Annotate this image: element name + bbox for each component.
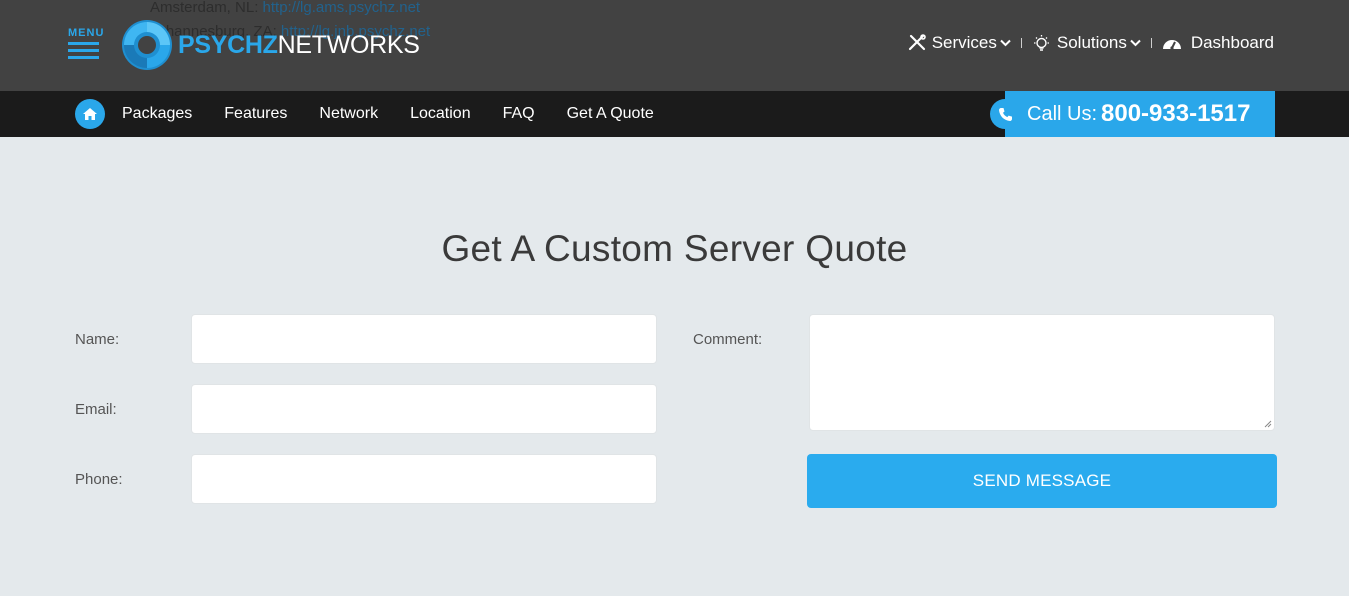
looking-glass-line-amsterdam: Amsterdam, NL: http://lg.ams.psychz.net	[150, 0, 420, 16]
comment-label: Comment:	[693, 331, 763, 348]
dashboard-link[interactable]: Dashboard	[1162, 33, 1274, 53]
chevron-down-icon	[1130, 39, 1141, 47]
nav-link-get-a-quote[interactable]: Get A Quote	[567, 105, 654, 123]
comment-textarea[interactable]	[809, 314, 1275, 431]
home-button[interactable]	[75, 99, 105, 129]
lightbulb-icon	[1033, 34, 1049, 51]
primary-nav: Packages Features Network Location FAQ G…	[122, 91, 686, 137]
call-us-box[interactable]: Call Us: 800-933-1517	[1005, 91, 1275, 137]
tools-icon	[908, 34, 926, 51]
email-label: Email:	[75, 401, 117, 418]
hamburger-icon-bar	[68, 56, 99, 59]
solutions-label: Solutions	[1056, 33, 1127, 52]
hamburger-icon-bar	[68, 49, 99, 52]
email-field[interactable]	[191, 384, 657, 434]
solutions-menu[interactable]: Solutions	[1032, 33, 1141, 53]
send-message-button[interactable]: SEND MESSAGE	[807, 454, 1277, 508]
logo-text-networks: NETWORKS	[277, 30, 420, 59]
site-logo[interactable]: PSYCHZNETWORKS	[120, 18, 420, 72]
nav-divider	[1020, 38, 1022, 48]
page-title: Get A Custom Server Quote	[441, 228, 908, 269]
hamburger-icon	[68, 42, 99, 45]
nav-link-packages[interactable]: Packages	[122, 105, 192, 123]
dashboard-label: Dashboard	[1190, 33, 1274, 52]
phone-label: Phone:	[75, 471, 123, 488]
phone-handset-icon	[998, 107, 1012, 121]
home-icon	[83, 108, 97, 120]
services-label: Services	[931, 33, 997, 52]
menu-label: MENU	[68, 27, 105, 39]
nav-link-network[interactable]: Network	[319, 105, 378, 123]
phone-field[interactable]	[191, 454, 657, 504]
phone-icon	[990, 99, 1020, 129]
looking-glass-location: Amsterdam, NL:	[150, 0, 263, 16]
nav-link-faq[interactable]: FAQ	[503, 105, 535, 123]
logo-text: PSYCHZNETWORKS	[178, 31, 420, 60]
looking-glass-link[interactable]: http://lg.ams.psychz.net	[263, 0, 421, 16]
logo-text-brand: PSYCHZ	[178, 30, 278, 59]
services-menu[interactable]: Services	[908, 33, 1011, 53]
dashboard-icon	[1162, 40, 1181, 50]
chevron-down-icon	[1000, 39, 1011, 47]
phone-number: 800-933-1517	[1101, 100, 1251, 127]
menu-button[interactable]: MENU	[68, 27, 105, 65]
call-us-label: Call Us:	[1027, 102, 1098, 125]
logo-swirl-icon	[122, 20, 172, 70]
nav-link-location[interactable]: Location	[410, 105, 471, 123]
main-navbar: Packages Features Network Location FAQ G…	[0, 91, 1349, 137]
nav-link-features[interactable]: Features	[224, 105, 287, 123]
name-label: Name:	[75, 331, 120, 348]
resize-handle-icon[interactable]	[1264, 420, 1272, 428]
top-nav: Services Solutions Dashboard	[908, 33, 1274, 53]
top-header: Amsterdam, NL: http://lg.ams.psychz.net …	[0, 0, 1349, 91]
nav-divider	[1150, 38, 1152, 48]
name-field[interactable]	[191, 314, 657, 364]
